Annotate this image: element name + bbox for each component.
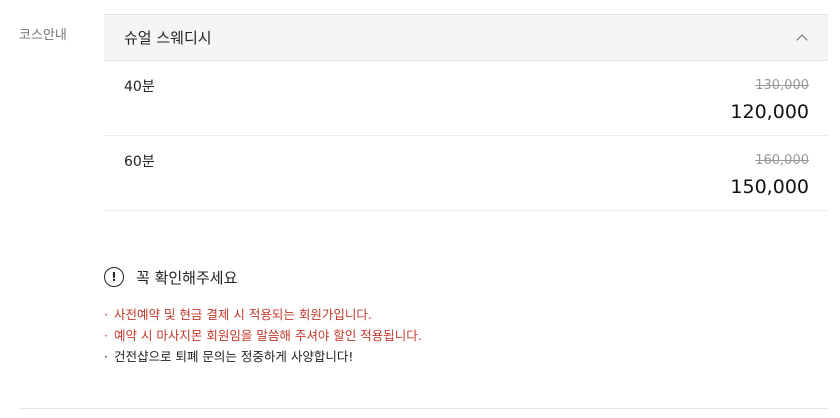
notice-section: ! 꼭 확인해주세요 · 사전예약 및 현금 결제 시 적용되는 회원가입니다. … <box>104 266 422 367</box>
section-label: 코스안내 <box>19 28 67 43</box>
course-accordion: 슈얼 스웨디시 40분 130,000 120,000 60분 160,000 … <box>104 14 828 211</box>
bullet: · <box>104 307 108 322</box>
notice-item: · 건전샵으로 퇴폐 문의는 정중하게 사양합니다! <box>104 346 422 367</box>
original-price: 160,000 <box>755 153 809 168</box>
notice-item-text: 건전샵으로 퇴폐 문의는 정중하게 사양합니다! <box>113 349 354 364</box>
course-accordion-header[interactable]: 슈얼 스웨디시 <box>104 14 828 61</box>
notice-title: 꼭 확인해주세요 <box>136 268 238 287</box>
option-duration: 60분 <box>124 154 155 170</box>
notice-item: · 사전예약 및 현금 결제 시 적용되는 회원가입니다. <box>104 304 422 325</box>
notice-item: · 예약 시 마사지몬 회원임을 말씀해 주셔야 할인 적용됩니다. <box>104 325 422 346</box>
original-price: 130,000 <box>755 78 809 93</box>
option-duration: 40분 <box>124 79 155 95</box>
chevron-up-icon[interactable] <box>796 33 808 46</box>
bottom-divider <box>19 408 828 409</box>
notice-item-text: 예약 시 마사지몬 회원임을 말씀해 주셔야 할인 적용됩니다. <box>113 328 422 343</box>
notice-list: · 사전예약 및 현금 결제 시 적용되는 회원가입니다. · 예약 시 마사지몬 … <box>104 304 422 367</box>
bullet: · <box>104 328 108 343</box>
sale-price: 150,000 <box>730 176 809 198</box>
course-option-row: 60분 160,000 150,000 <box>104 136 828 211</box>
notice-item-text: 사전예약 및 현금 결제 시 적용되는 회원가입니다. <box>113 307 372 322</box>
course-option-row: 40분 130,000 120,000 <box>104 61 828 136</box>
sale-price: 120,000 <box>730 101 809 123</box>
course-title: 슈얼 스웨디시 <box>124 29 212 47</box>
notice-header: ! 꼭 확인해주세요 <box>104 266 422 288</box>
bullet: · <box>104 349 108 364</box>
exclamation-circle-icon: ! <box>104 267 124 287</box>
